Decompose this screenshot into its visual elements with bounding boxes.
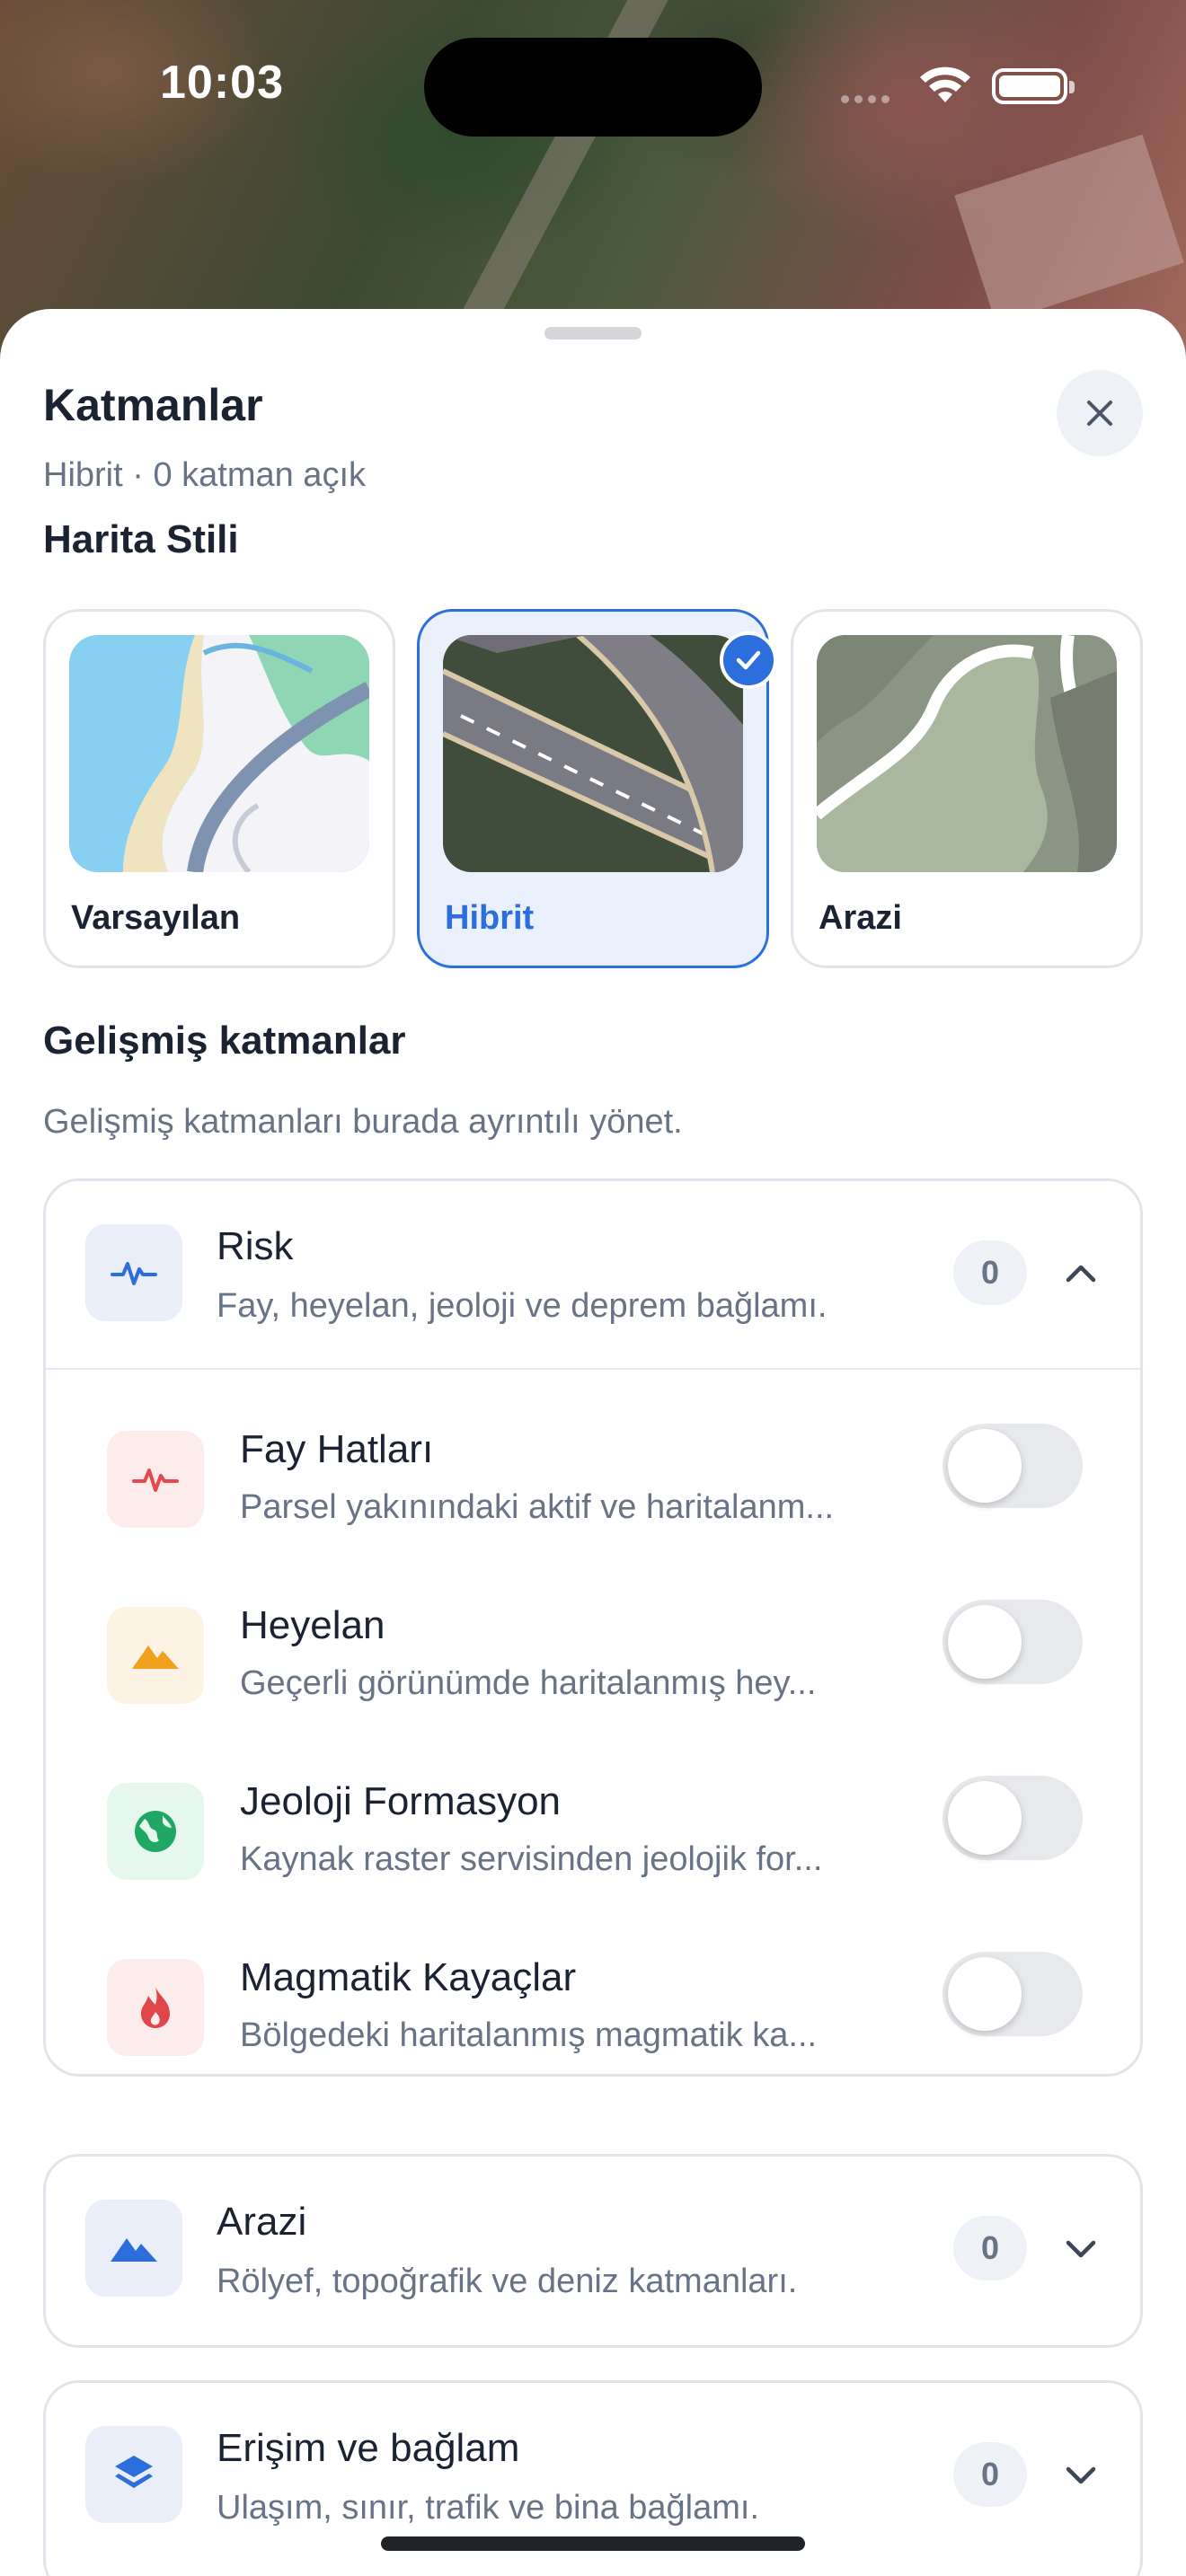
layer-name: Fay Hatları bbox=[240, 1427, 434, 1471]
group-header-terrain[interactable]: Arazi Rölyef, topoğrafik ve deniz katman… bbox=[46, 2157, 1140, 2343]
layer-toggle-landslide[interactable] bbox=[943, 1600, 1083, 1684]
selected-check-badge bbox=[720, 631, 777, 689]
style-label-default: Varsayılan bbox=[71, 899, 241, 937]
layers-icon bbox=[85, 2426, 182, 2523]
group-name-terrain: Arazi bbox=[217, 2200, 307, 2244]
group-description-risk: Fay, heyelan, jeoloji ve deprem bağlamı. bbox=[217, 1287, 828, 1325]
layer-name: Magmatik Kayaçlar bbox=[240, 1955, 577, 1999]
close-icon bbox=[1087, 401, 1112, 426]
flame-icon bbox=[107, 1959, 204, 2056]
mountain-icon bbox=[107, 1607, 204, 1704]
layer-name: Jeoloji Formasyon bbox=[240, 1779, 562, 1823]
close-button[interactable] bbox=[1057, 370, 1143, 456]
layers-sheet: Katmanlar Hibrit · 0 katman açık Harita … bbox=[0, 309, 1186, 2576]
battery-icon bbox=[992, 68, 1075, 104]
layer-description: Kaynak raster servisinden jeolojik for..… bbox=[240, 1840, 823, 1878]
layer-toggle-fault-lines[interactable] bbox=[943, 1424, 1083, 1508]
group-description-terrain: Rölyef, topoğrafik ve deniz katmanları. bbox=[217, 2263, 798, 2300]
chevron-down-icon[interactable] bbox=[1061, 2455, 1101, 2494]
mountain-icon bbox=[85, 2200, 182, 2297]
layer-row-magmatic: Magmatik Kayaçlar Bölgedeki haritalanmış… bbox=[46, 1898, 1140, 2074]
layer-row-fault-lines: Fay Hatları Parsel yakınındaki aktif ve … bbox=[46, 1370, 1140, 1546]
advanced-layers-title: Gelişmiş katmanlar bbox=[43, 1019, 406, 1063]
home-indicator bbox=[381, 2536, 805, 2551]
active-count-badge: 0 bbox=[953, 2216, 1027, 2280]
group-description-access: Ulaşım, sınır, trafik ve bina bağlamı. bbox=[217, 2489, 760, 2527]
sheet-grabber[interactable] bbox=[544, 327, 642, 340]
style-label-hybrid: Hibrit bbox=[445, 899, 535, 937]
style-card-terrain[interactable]: Arazi bbox=[791, 609, 1143, 968]
dynamic-island bbox=[424, 38, 762, 137]
map-style-title: Harita Stili bbox=[43, 517, 239, 561]
chevron-down-icon[interactable] bbox=[1061, 2228, 1101, 2268]
group-header-risk[interactable]: Risk Fay, heyelan, jeoloji ve deprem bağ… bbox=[46, 1181, 1140, 1368]
layer-description: Bölgedeki haritalanmış magmatik ka... bbox=[240, 2016, 818, 2054]
active-count-badge: 0 bbox=[953, 2442, 1027, 2507]
layer-description: Parsel yakınındaki aktif ve haritalanm..… bbox=[240, 1488, 835, 1526]
checkmark-icon bbox=[736, 650, 761, 670]
advanced-layers-description: Gelişmiş katmanları burada ayrıntılı yön… bbox=[43, 1103, 683, 1141]
wifi-icon bbox=[920, 66, 970, 102]
layer-name: Heyelan bbox=[240, 1603, 385, 1647]
status-time: 10:03 bbox=[160, 57, 284, 109]
group-name-access: Erişim ve bağlam bbox=[217, 2426, 520, 2470]
style-label-terrain: Arazi bbox=[819, 899, 902, 937]
group-name-risk: Risk bbox=[217, 1224, 294, 1268]
layer-row-geology: Jeoloji Formasyon Kaynak raster servisin… bbox=[46, 1722, 1140, 1898]
chevron-up-icon[interactable] bbox=[1061, 1253, 1101, 1292]
default-map-thumbnail bbox=[69, 635, 369, 872]
layer-description: Geçerli görünümde haritalanmış hey... bbox=[240, 1664, 817, 1702]
layer-toggle-geology[interactable] bbox=[943, 1776, 1083, 1860]
layer-group-risk: Risk Fay, heyelan, jeoloji ve deprem bağ… bbox=[43, 1178, 1143, 2077]
pulse-icon bbox=[107, 1431, 204, 1528]
hybrid-map-thumbnail bbox=[443, 635, 743, 872]
sheet-title: Katmanlar bbox=[43, 380, 263, 430]
active-count-badge: 0 bbox=[953, 1240, 1027, 1305]
layer-toggle-magmatic[interactable] bbox=[943, 1952, 1083, 2036]
style-card-default[interactable]: Varsayılan bbox=[43, 609, 395, 968]
layer-group-terrain[interactable]: Arazi Rölyef, topoğrafik ve deniz katman… bbox=[43, 2154, 1143, 2348]
cellular-signal-icon bbox=[841, 95, 890, 103]
sheet-subtitle: Hibrit · 0 katman açık bbox=[43, 456, 366, 494]
terrain-map-thumbnail bbox=[817, 635, 1117, 872]
layer-row-landslide: Heyelan Geçerli görünümde haritalanmış h… bbox=[46, 1546, 1140, 1722]
style-card-hybrid[interactable]: Hibrit bbox=[417, 609, 777, 968]
map-building bbox=[954, 134, 1184, 324]
globe-icon bbox=[107, 1783, 204, 1880]
pulse-icon bbox=[85, 1224, 182, 1321]
